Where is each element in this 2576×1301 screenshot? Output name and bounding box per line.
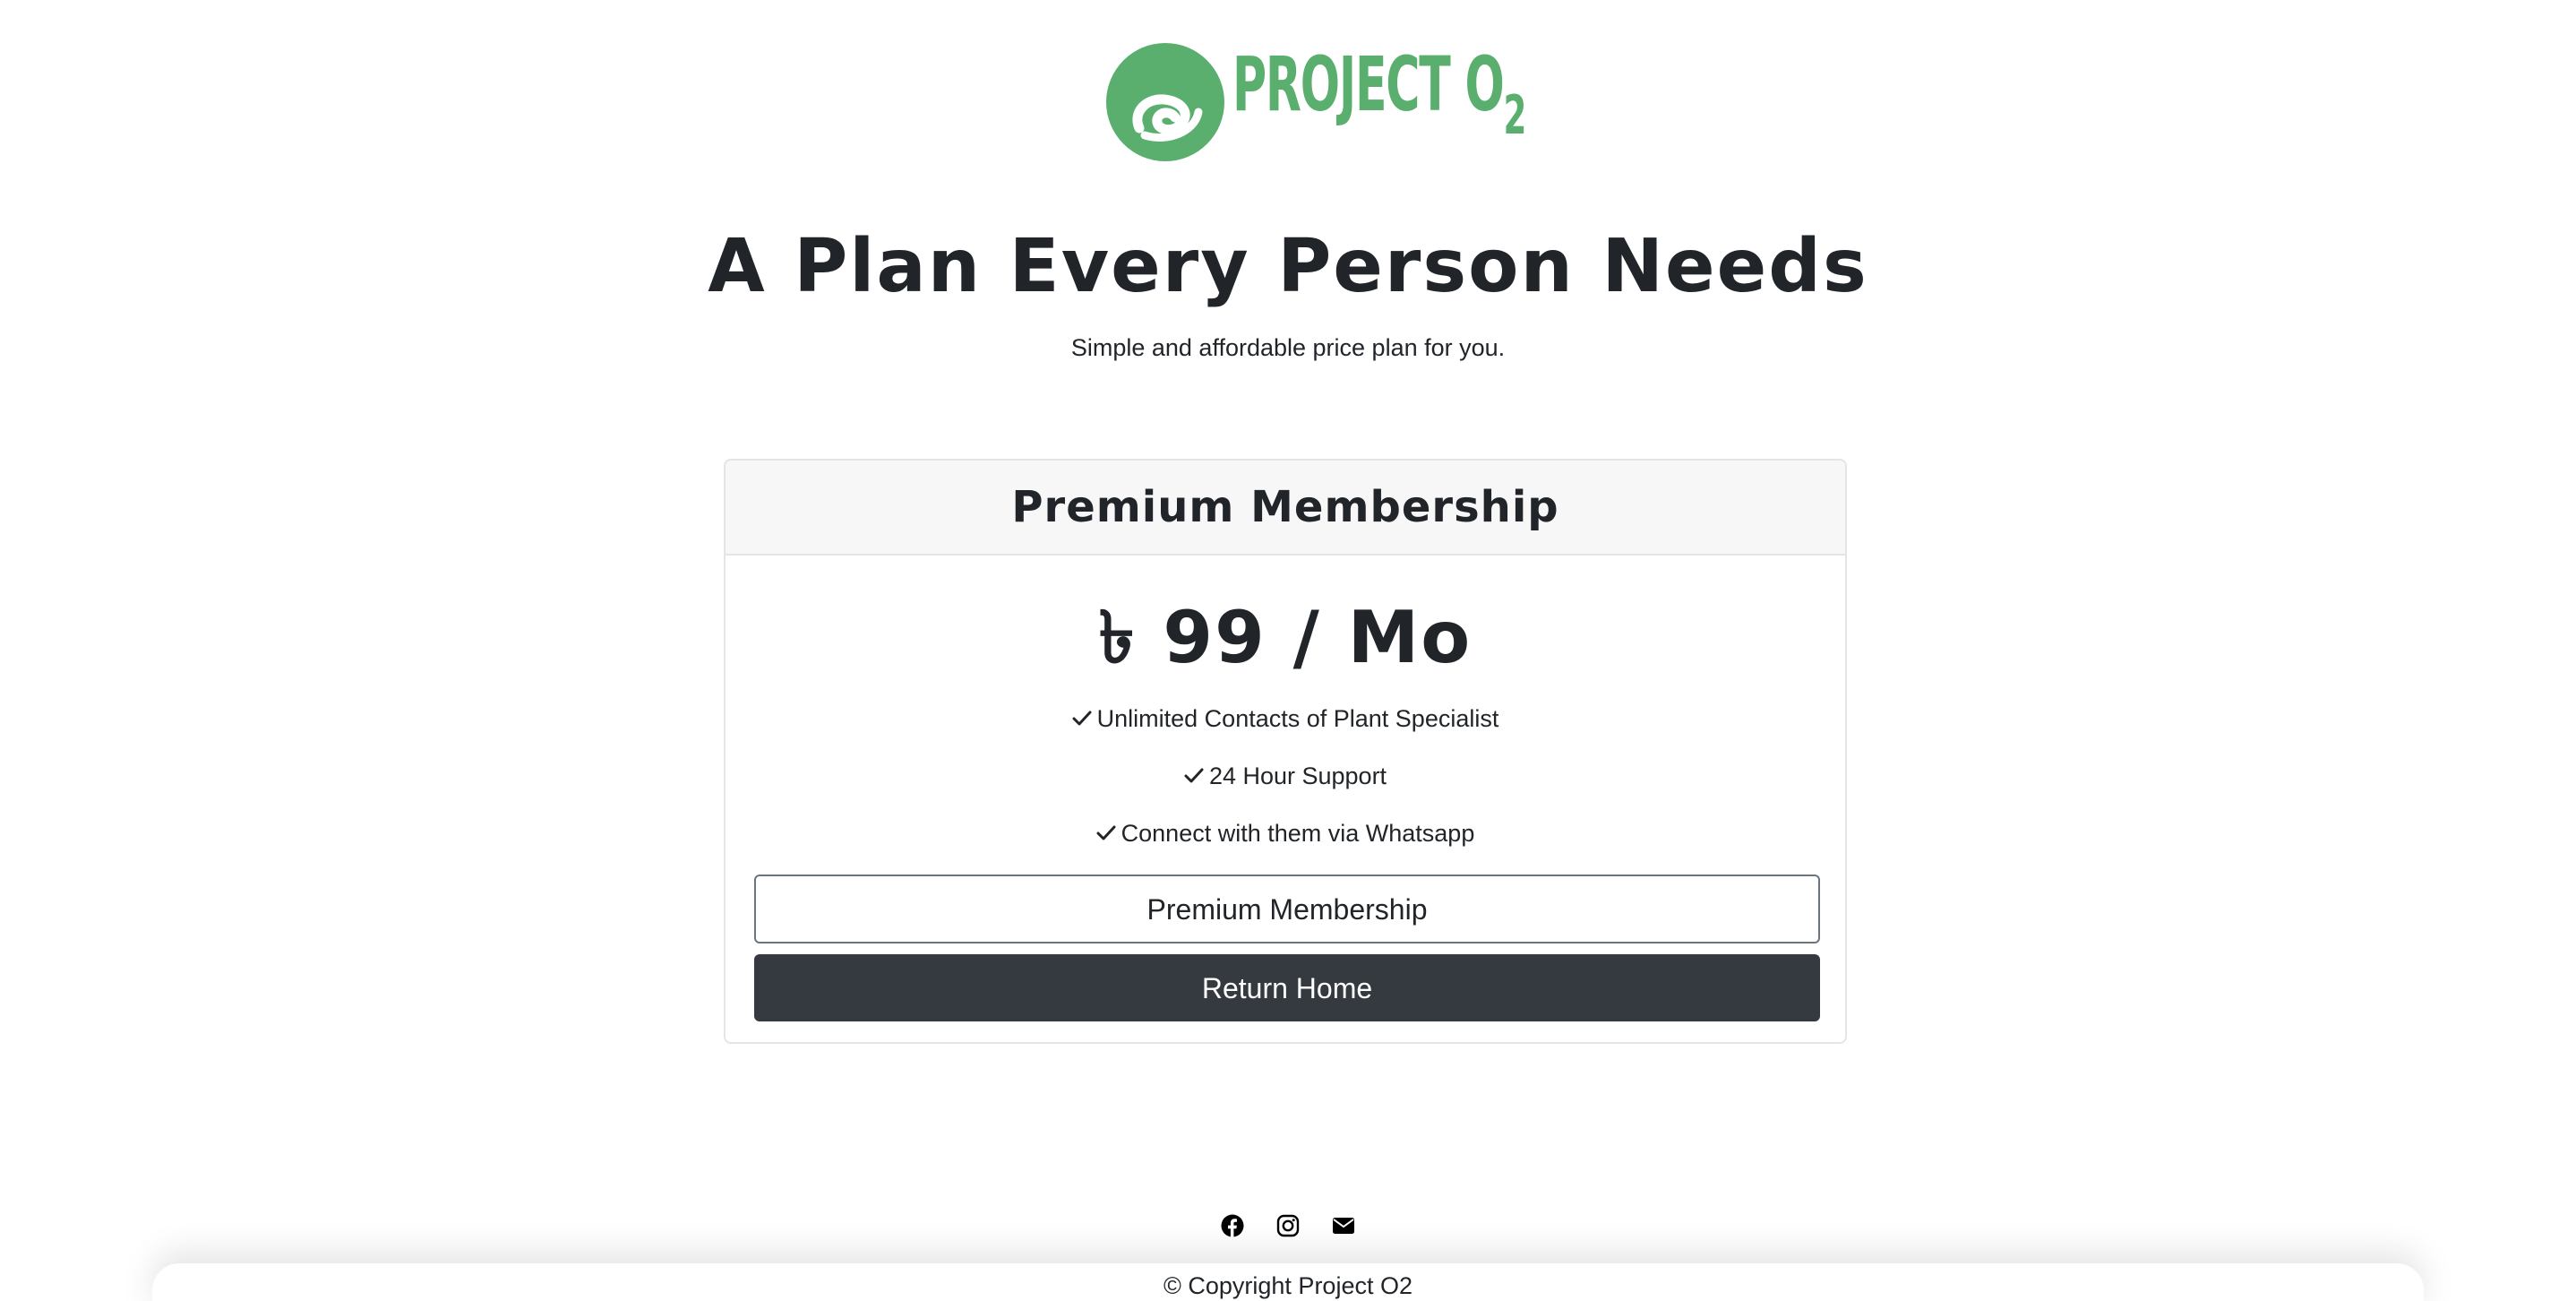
plan-price: ৳ 99 / Mo	[1098, 596, 1473, 679]
brand-logo[interactable]: PROJECT O2	[1105, 39, 1526, 165]
check-icon	[1184, 768, 1204, 783]
check-icon	[1072, 711, 1092, 726]
check-icon	[1096, 825, 1116, 840]
leaf-swirl-icon	[1106, 43, 1224, 161]
copyright-text: © Copyright Project O2	[1163, 1272, 1413, 1299]
page-title: A Plan Every Person Needs	[708, 224, 1868, 309]
feature-list: Unlimited Contacts of Plant Specialist 2…	[726, 702, 1845, 849]
brand-name-main: PROJECT O	[1232, 39, 1505, 128]
brand-name: PROJECT O2	[1232, 47, 1526, 142]
instagram-link[interactable]	[1276, 1214, 1300, 1237]
plan-name: Premium Membership	[1011, 482, 1559, 532]
feature-item: Connect with them via Whatsapp	[726, 817, 1845, 849]
feature-item: 24 Hour Support	[726, 760, 1845, 792]
instagram-icon	[1276, 1214, 1300, 1237]
premium-membership-button[interactable]: Premium Membership	[754, 875, 1820, 943]
envelope-icon	[1333, 1218, 1354, 1234]
page: PROJECT O2 A Plan Every Person Needs Sim…	[0, 0, 2576, 1301]
return-home-button[interactable]: Return Home	[754, 954, 1820, 1021]
email-link[interactable]	[1332, 1214, 1355, 1237]
facebook-link[interactable]	[1221, 1214, 1244, 1237]
pricing-card: Premium Membership ৳ 99 / Mo Unlimited C…	[724, 459, 1847, 1044]
card-header: Premium Membership	[726, 461, 1845, 556]
feature-item: Unlimited Contacts of Plant Specialist	[726, 702, 1845, 735]
page-subtitle: Simple and affordable price plan for you…	[1070, 334, 1506, 361]
feature-label: Connect with them via Whatsapp	[1121, 820, 1475, 847]
feature-label: 24 Hour Support	[1208, 763, 1387, 789]
facebook-icon	[1221, 1214, 1244, 1237]
brand-name-subscript: 2	[1503, 83, 1526, 147]
social-links	[0, 1214, 2576, 1237]
feature-label: Unlimited Contacts of Plant Specialist	[1096, 705, 1499, 732]
